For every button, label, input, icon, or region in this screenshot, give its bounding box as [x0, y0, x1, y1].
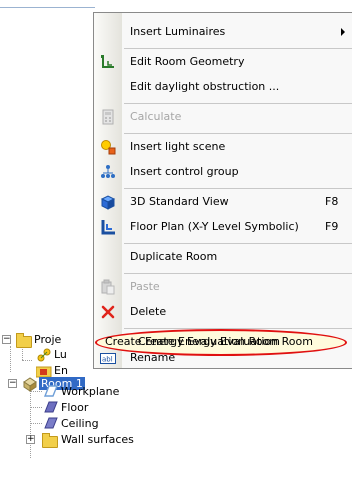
menu-item-label: Paste	[130, 280, 160, 293]
menu-item-label: Insert light scene	[130, 140, 226, 153]
menu-item-label: Delete	[130, 305, 167, 318]
tree-node-project[interactable]: − Proje	[0, 332, 95, 348]
delete-icon	[101, 305, 115, 319]
tree-node-label: Proje	[34, 333, 62, 346]
submenu-arrow-icon	[341, 28, 345, 36]
menu-item-calculate[interactable]: Calculate	[94, 106, 352, 128]
tree-node-floor[interactable]: Floor	[0, 400, 200, 416]
tree-node-luminaires[interactable]: Lu	[0, 347, 95, 363]
menu-separator	[124, 48, 352, 49]
menu-item-shortcut: F9	[325, 220, 339, 233]
menu-item-label: Create Energy Evaluation Room	[138, 335, 313, 348]
menu-separator	[124, 328, 352, 329]
menu-item-insert-luminaires[interactable]: Insert Luminaires	[94, 21, 352, 43]
luminaire-icon	[37, 348, 51, 362]
menu-item-floor-plan[interactable]: Floor Plan (X-Y Level Symbolic) F9	[94, 216, 352, 238]
menu-item-label: Insert Luminaires	[130, 25, 226, 38]
tree-node-label: Ceiling	[61, 417, 99, 430]
paste-icon	[101, 279, 115, 295]
floor-plan-icon	[101, 220, 115, 235]
room-geometry-icon	[101, 55, 114, 68]
menu-item-insert-light-scene[interactable]: Insert light scene	[94, 136, 352, 158]
tree-node-label: Lu	[54, 348, 67, 361]
menu-item-label: Floor Plan (X-Y Level Symbolic)	[130, 220, 299, 233]
calculator-icon	[102, 109, 114, 125]
menu-item-shortcut: F8	[325, 195, 339, 208]
3d-view-icon	[100, 195, 116, 210]
menu-item-duplicate-room[interactable]: Duplicate Room	[94, 246, 352, 268]
collapse-toggle[interactable]: −	[2, 335, 11, 344]
svg-text:abl: abl	[102, 356, 113, 364]
menu-item-label: Edit daylight obstruction ...	[130, 80, 280, 93]
context-menu: Insert Luminaires Edit Room Geometry Edi…	[93, 12, 352, 369]
menu-item-label: Duplicate Room	[130, 250, 218, 263]
menu-separator	[124, 188, 352, 189]
workplane-icon	[44, 385, 58, 397]
tree-node-ceiling[interactable]: Ceiling	[0, 416, 200, 432]
ceiling-icon	[44, 417, 58, 429]
menu-item-insert-control-group[interactable]: Insert control group	[94, 161, 352, 183]
tree-node-label: Floor	[61, 401, 89, 414]
menu-item-label: Edit Room Geometry	[130, 55, 245, 68]
control-group-icon	[101, 165, 115, 178]
tree-node-label: Wall surfaces	[61, 433, 134, 446]
tree-node-label: Workplane	[61, 385, 120, 398]
menu-item-label: Calculate	[130, 110, 182, 123]
menu-separator	[124, 273, 352, 274]
menu-item-edit-room-geometry[interactable]: Edit Room Geometry	[94, 51, 352, 73]
tree-node-wall-surfaces[interactable]: + Wall surfaces	[0, 432, 200, 448]
menu-separator	[124, 243, 352, 244]
menu-item-edit-daylight-obstruction[interactable]: Edit daylight obstruction ...	[94, 76, 352, 98]
menu-item-delete[interactable]: Delete	[94, 301, 352, 323]
tree-node-workplane[interactable]: Workplane	[0, 384, 200, 400]
folder-icon	[42, 433, 58, 448]
window-edge-line	[0, 7, 95, 8]
floor-icon	[44, 401, 58, 413]
expand-toggle[interactable]: +	[26, 435, 35, 444]
menu-item-label: 3D Standard View	[130, 195, 229, 208]
menu-item-label: Insert control group	[130, 165, 239, 178]
menu-separator	[124, 103, 352, 104]
menu-item-3d-standard-view[interactable]: 3D Standard View F8	[94, 191, 352, 213]
menu-item-paste[interactable]: Paste	[94, 276, 352, 298]
menu-separator	[124, 133, 352, 134]
light-scene-icon	[101, 140, 116, 155]
